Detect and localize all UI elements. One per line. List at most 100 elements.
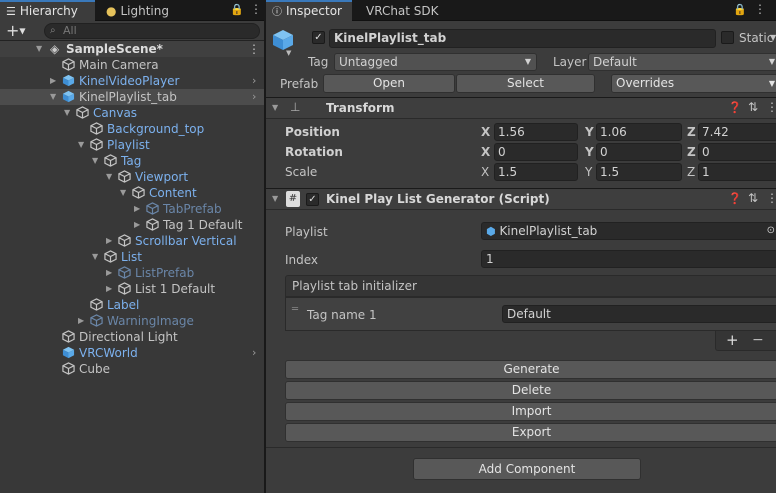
active-checkbox[interactable]: ✓ <box>312 31 325 44</box>
hierarchy-item[interactable]: ▼ KinelPlaylist_tab › <box>0 89 264 105</box>
tag-dropdown[interactable]: Untagged ▼ <box>334 53 537 71</box>
collapsed-arrow-icon[interactable]: ▶ <box>78 313 84 329</box>
drag-handle-icon[interactable]: ═ <box>292 304 298 315</box>
component-menu-icon[interactable]: ⋮ <box>766 191 776 205</box>
kebab-menu-icon[interactable]: ⋮ <box>250 2 262 16</box>
help-icon[interactable]: ❓ <box>728 192 742 205</box>
object-picker-icon[interactable]: ⊙ <box>767 223 775 239</box>
delete-button[interactable]: Delete <box>285 381 776 400</box>
export-button[interactable]: Export <box>285 423 776 442</box>
add-button[interactable]: +▼ <box>6 21 26 42</box>
rotation-x-axis[interactable]: X <box>481 145 490 159</box>
import-button[interactable]: Import <box>285 402 776 421</box>
help-icon[interactable]: ❓ <box>728 101 742 114</box>
collapsed-arrow-icon[interactable]: ▶ <box>50 73 56 89</box>
open-prefab-arrow-icon[interactable]: › <box>252 345 256 361</box>
layer-dropdown[interactable]: Default ▼ <box>588 53 776 71</box>
hierarchy-item[interactable]: Label <box>0 297 264 313</box>
collapsed-arrow-icon[interactable]: ▶ <box>134 217 140 233</box>
presets-icon[interactable]: ⇅ <box>748 191 758 205</box>
hierarchy-item[interactable]: Main Camera <box>0 57 264 73</box>
hierarchy-item[interactable]: ▼ Canvas <box>0 105 264 121</box>
inspector-menu-icon[interactable]: ⋮ <box>754 2 766 16</box>
playlist-object-field[interactable]: ⬢ KinelPlaylist_tab ⊙ <box>481 222 776 240</box>
hierarchy-item[interactable]: ▶ List 1 Default <box>0 281 264 297</box>
expand-arrow-icon[interactable]: ▼ <box>78 137 84 153</box>
scale-x-field[interactable]: 1.5 <box>494 163 578 181</box>
collapse-arrow-icon[interactable]: ▼ <box>272 194 278 203</box>
scale-y-field[interactable]: 1.5 <box>596 163 682 181</box>
expand-arrow-icon[interactable]: ▼ <box>36 41 42 57</box>
scale-y-axis[interactable]: Y <box>585 165 592 179</box>
object-name-field[interactable]: KinelPlaylist_tab <box>329 29 716 48</box>
open-prefab-arrow-icon[interactable]: › <box>252 73 256 89</box>
expand-arrow-icon[interactable]: ▼ <box>92 153 98 169</box>
expand-arrow-icon[interactable]: ▼ <box>64 105 70 121</box>
hierarchy-item[interactable]: ▼ Viewport <box>0 169 264 185</box>
hierarchy-item[interactable]: ▼ List <box>0 249 264 265</box>
position-y-axis[interactable]: Y <box>585 125 594 139</box>
hierarchy-item[interactable]: VRCWorld › <box>0 345 264 361</box>
icon-dropdown-icon[interactable]: ▼ <box>286 49 291 57</box>
expand-arrow-icon[interactable]: ▼ <box>120 185 126 201</box>
static-dropdown-icon[interactable]: ▼ <box>770 33 776 42</box>
position-y-field[interactable]: 1.06 <box>596 123 682 141</box>
hierarchy-item[interactable]: ▼ Content <box>0 185 264 201</box>
rotation-z-axis[interactable]: Z <box>687 145 696 159</box>
position-x-field[interactable]: 1.56 <box>494 123 578 141</box>
script-enabled-checkbox[interactable]: ✓ <box>306 193 319 206</box>
collapse-arrow-icon[interactable]: ▼ <box>272 103 278 112</box>
scene-row[interactable]: ▼ ◈ SampleScene* ⋮ <box>0 41 264 57</box>
add-component-button[interactable]: Add Component <box>413 458 641 480</box>
open-prefab-arrow-icon[interactable]: › <box>252 89 256 105</box>
position-x-axis[interactable]: X <box>481 125 490 139</box>
position-z-field[interactable]: 7.42 <box>698 123 776 141</box>
collapsed-arrow-icon[interactable]: ▶ <box>106 265 112 281</box>
hierarchy-item[interactable]: ▼ Tag <box>0 153 264 169</box>
scale-x-axis[interactable]: X <box>481 165 489 179</box>
collapsed-arrow-icon[interactable]: ▶ <box>106 281 112 297</box>
position-z-axis[interactable]: Z <box>687 125 696 139</box>
tag-name-field[interactable]: Default <box>502 305 776 323</box>
open-prefab-button[interactable]: Open <box>323 74 455 93</box>
collapsed-arrow-icon[interactable]: ▶ <box>106 233 112 249</box>
tab-inspector[interactable]: ⓘ Inspector <box>266 0 352 21</box>
tab-hierarchy[interactable]: ☰ Hierarchy <box>0 0 95 21</box>
inspector-lock-icon[interactable]: 🔒 <box>733 3 747 16</box>
expand-arrow-icon[interactable]: ▼ <box>106 169 112 185</box>
static-checkbox[interactable] <box>721 31 734 44</box>
script-component-header[interactable]: ▼ # ✓ Kinel Play List Generator (Script)… <box>266 188 776 210</box>
rotation-y-field[interactable]: 0 <box>596 143 682 161</box>
search-input[interactable]: ⌕ All <box>44 23 260 39</box>
select-prefab-button[interactable]: Select <box>456 74 595 93</box>
hierarchy-item[interactable]: ▶ Scrollbar Vertical <box>0 233 264 249</box>
tab-vrchat-sdk[interactable]: VRChat SDK <box>360 0 450 21</box>
lock-icon[interactable]: 🔒 <box>230 3 244 16</box>
remove-element-button[interactable]: − <box>752 331 764 349</box>
component-menu-icon[interactable]: ⋮ <box>766 100 776 114</box>
hierarchy-item[interactable]: ▶ KinelVideoPlayer › <box>0 73 264 89</box>
expand-arrow-icon[interactable]: ▼ <box>50 89 56 105</box>
hierarchy-item[interactable]: ▶ Tag 1 Default <box>0 217 264 233</box>
hierarchy-item[interactable]: ▶ WarningImage <box>0 313 264 329</box>
scale-z-axis[interactable]: Z <box>687 165 695 179</box>
rotation-x-field[interactable]: 0 <box>494 143 578 161</box>
tab-lighting[interactable]: ● Lighting <box>100 0 190 21</box>
expand-arrow-icon[interactable]: ▼ <box>92 249 98 265</box>
overrides-dropdown[interactable]: Overrides ▼ <box>611 74 776 93</box>
generate-button[interactable]: Generate <box>285 360 776 379</box>
index-field[interactable]: 1 <box>481 250 776 268</box>
hierarchy-item[interactable]: ▶ TabPrefab <box>0 201 264 217</box>
rotation-y-axis[interactable]: Y <box>585 145 594 159</box>
rotation-z-field[interactable]: 0 <box>698 143 776 161</box>
presets-icon[interactable]: ⇅ <box>748 100 758 114</box>
add-element-button[interactable]: + <box>726 331 739 349</box>
hierarchy-item[interactable]: ▼ Playlist <box>0 137 264 153</box>
scale-z-field[interactable]: 1 <box>698 163 776 181</box>
hierarchy-item[interactable]: Cube <box>0 361 264 377</box>
transform-header[interactable]: ▼ ⊥ Transform ❓ ⇅ ⋮ <box>266 97 776 119</box>
collapsed-arrow-icon[interactable]: ▶ <box>134 201 140 217</box>
hierarchy-item[interactable]: Background_top <box>0 121 264 137</box>
hierarchy-item[interactable]: ▶ ListPrefab <box>0 265 264 281</box>
scene-menu-icon[interactable]: ⋮ <box>248 41 260 57</box>
